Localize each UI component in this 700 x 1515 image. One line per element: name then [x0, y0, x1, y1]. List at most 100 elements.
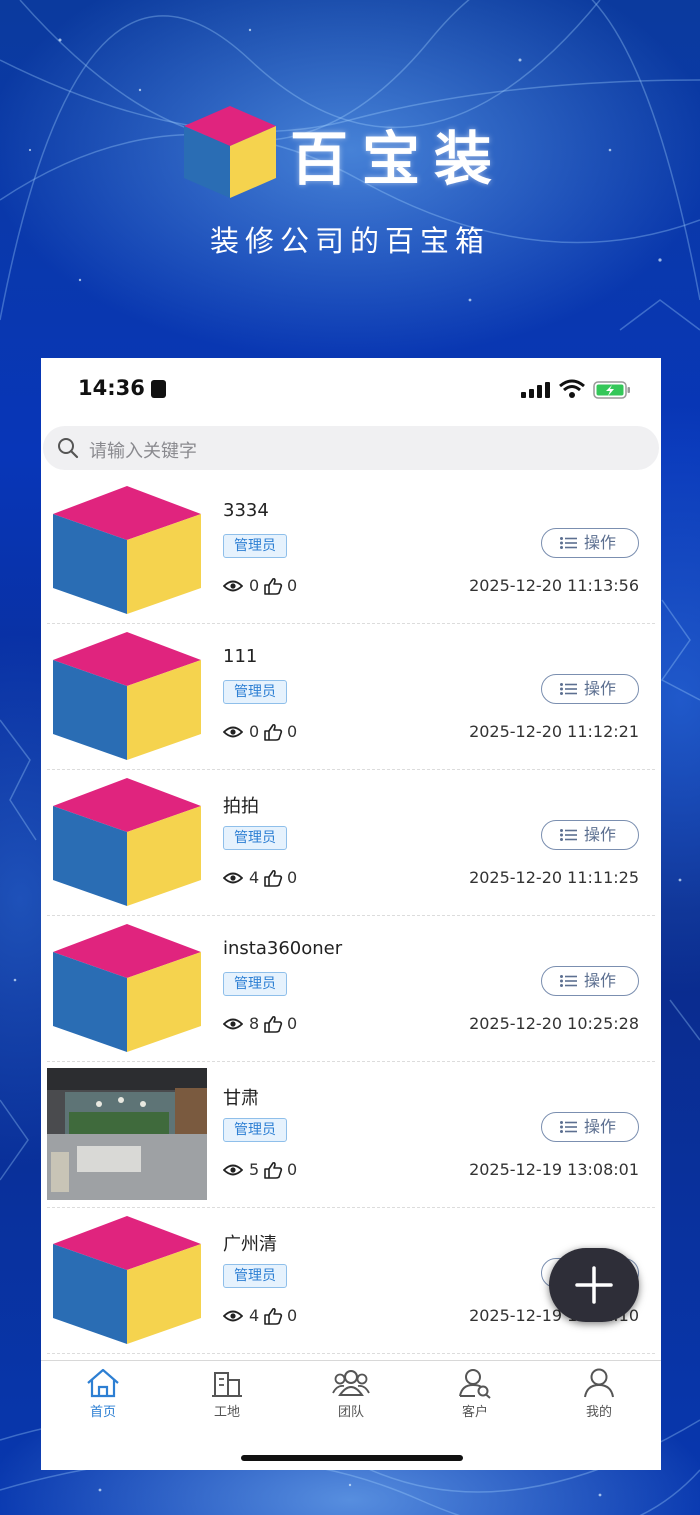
project-logo-image [47, 776, 207, 908]
like-count: 0 [287, 1306, 298, 1325]
like-count: 0 [287, 576, 298, 595]
list-item[interactable]: 3334 管理员 操作 0 0 2025-12-20 11:13:56 [41, 478, 661, 624]
eye-icon [223, 580, 243, 592]
like-count: 0 [287, 868, 298, 887]
thumbs-up-icon [264, 1307, 283, 1325]
project-logo-image [47, 922, 207, 1054]
wifi-icon [559, 379, 585, 398]
tab-site[interactable]: 工地 [187, 1367, 267, 1420]
thumbs-up-icon [264, 577, 283, 595]
brand-logo-icon [180, 104, 280, 204]
role-badge: 管理员 [223, 972, 287, 996]
action-button[interactable]: 操作 [541, 820, 639, 850]
project-photo [47, 1068, 207, 1200]
tab-label-mine: 我的 [585, 1405, 612, 1420]
eye-icon [223, 1018, 243, 1030]
thumbs-up-icon [264, 723, 283, 741]
like-count: 0 [287, 1014, 298, 1033]
tab-home[interactable]: 首页 [63, 1367, 143, 1420]
created-date: 2025-12-20 11:11:25 [469, 868, 639, 887]
tab-label-team: 团队 [337, 1405, 364, 1420]
project-list: 3334 管理员 操作 0 0 2025-12-20 11:13:56 111 管理员 操作 0 0… [41, 478, 661, 1354]
plus-icon [575, 1266, 613, 1304]
list-item[interactable]: insta360oner 管理员 操作 8 0 2025-12-20 10:25:28 [41, 916, 661, 1062]
view-count: 0 [249, 576, 260, 595]
battery-icon [593, 381, 630, 399]
role-badge: 管理员 [223, 680, 287, 704]
customer-search-icon [459, 1369, 491, 1399]
view-count: 4 [249, 1306, 260, 1325]
search-input[interactable]: 请输入关键字 [89, 437, 197, 463]
list-menu-icon [560, 975, 577, 987]
project-title: 拍拍 [223, 796, 259, 817]
tab-label-customer: 客户 [461, 1405, 488, 1420]
eye-icon [223, 1310, 243, 1322]
action-button-label: 操作 [584, 971, 617, 990]
action-button-label: 操作 [584, 1117, 617, 1136]
team-icon [332, 1370, 370, 1396]
project-logo-image [47, 484, 207, 616]
home-icon [87, 1368, 119, 1398]
signal-icon [521, 382, 550, 398]
list-menu-icon [560, 683, 577, 695]
action-button[interactable]: 操作 [541, 528, 639, 558]
list-menu-icon [560, 1121, 577, 1133]
created-date: 2025-12-20 11:13:56 [469, 576, 639, 595]
project-logo-image [47, 630, 207, 762]
id-card-icon [151, 380, 166, 398]
role-badge: 管理员 [223, 534, 287, 558]
thumbs-up-icon [264, 869, 283, 887]
tab-label-site: 工地 [213, 1405, 240, 1420]
tab-team[interactable]: 团队 [311, 1367, 391, 1420]
building-icon [212, 1372, 242, 1397]
home-indicator [241, 1455, 463, 1461]
action-button[interactable]: 操作 [541, 966, 639, 996]
search-bar[interactable]: 请输入关键字 [43, 426, 659, 470]
role-badge: 管理员 [223, 1264, 287, 1288]
created-date: 2025-12-19 13:08:01 [469, 1160, 639, 1179]
eye-icon [223, 726, 243, 738]
list-item[interactable]: 拍拍管理员 操作 4 0 2025-12-20 11:11:25 [41, 770, 661, 916]
status-bar: 14:36 [41, 358, 661, 420]
project-logo-image [47, 1214, 207, 1346]
brand-slogan: 装修公司的百宝箱 [209, 224, 490, 258]
view-count: 4 [249, 868, 260, 887]
tab-customer[interactable]: 客户 [435, 1367, 515, 1420]
eye-icon [223, 872, 243, 884]
user-icon [584, 1368, 614, 1398]
project-title: 甘肃 [223, 1088, 259, 1109]
tab-mine[interactable]: 我的 [559, 1367, 639, 1420]
project-title: 广州清 [223, 1234, 277, 1255]
view-count: 0 [249, 722, 260, 741]
eye-icon [223, 1164, 243, 1176]
thumbs-up-icon [264, 1015, 283, 1033]
project-title: insta360oner [223, 938, 343, 959]
project-title: 111 [223, 646, 258, 667]
divider [47, 1353, 655, 1354]
app-screen: 14:36 请输入关键字 3334 管理员 操作 0 0 2025-12-20 11:13… [41, 358, 661, 1470]
role-badge: 管理员 [223, 1118, 287, 1142]
list-item[interactable]: 甘肃管理员 操作 5 0 2025-12-19 13:08:01 [41, 1062, 661, 1208]
search-icon [58, 438, 79, 459]
project-title: 3334 [223, 500, 269, 521]
action-button-label: 操作 [584, 679, 617, 698]
view-count: 5 [249, 1160, 260, 1179]
created-date: 2025-12-20 11:12:21 [469, 722, 639, 741]
list-menu-icon [560, 829, 577, 841]
action-button-label: 操作 [584, 825, 617, 844]
action-button-label: 操作 [584, 533, 617, 552]
created-date: 2025-12-20 10:25:28 [469, 1014, 639, 1033]
like-count: 0 [287, 1160, 298, 1179]
action-button[interactable]: 操作 [541, 1112, 639, 1142]
tab-label-home: 首页 [89, 1405, 116, 1420]
role-badge: 管理员 [223, 826, 287, 850]
brand-name: 百宝装 [290, 125, 507, 193]
list-item[interactable]: 111 管理员 操作 0 0 2025-12-20 11:12:21 [41, 624, 661, 770]
bottom-tab-bar: 首页 工地 团队 客户 我的 [41, 1360, 661, 1470]
view-count: 8 [249, 1014, 260, 1033]
thumbs-up-icon [264, 1161, 283, 1179]
action-button[interactable]: 操作 [541, 674, 639, 704]
list-menu-icon [560, 537, 577, 549]
status-time: 14:36 [78, 376, 145, 400]
add-button[interactable] [549, 1248, 639, 1322]
